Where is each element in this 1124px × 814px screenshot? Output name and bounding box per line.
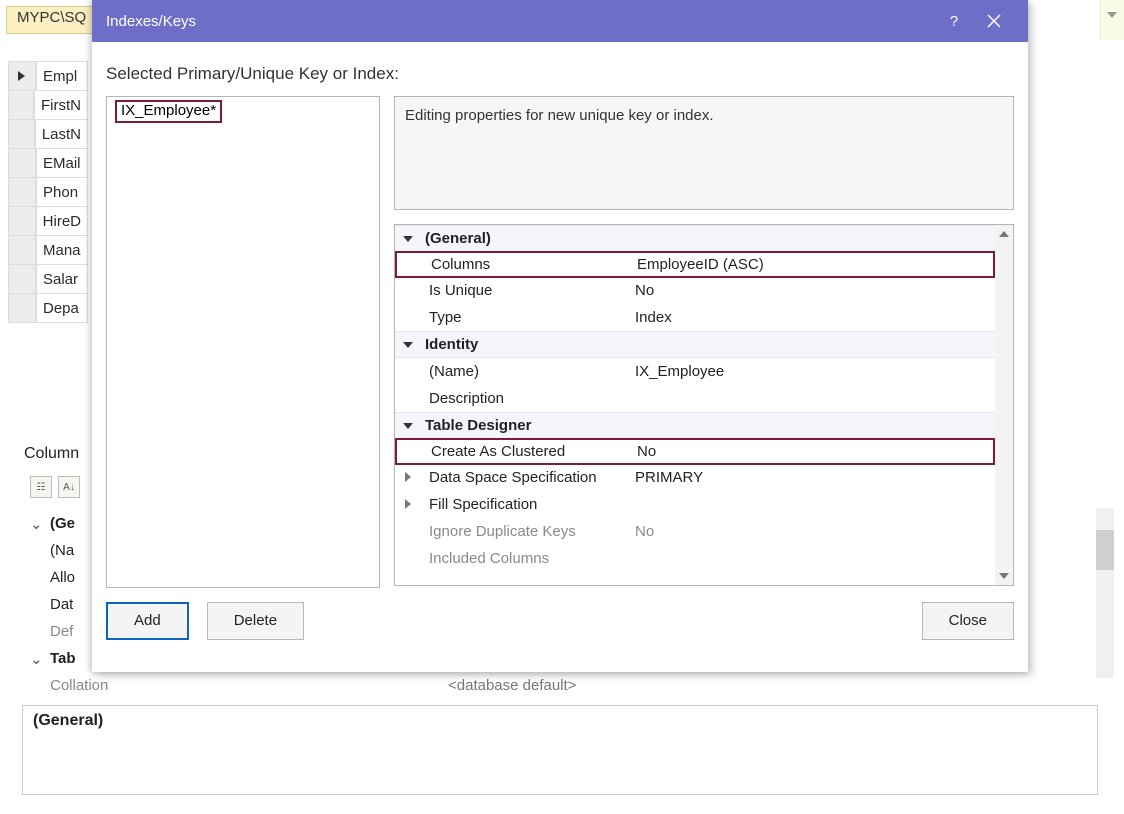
prop-value[interactable]: PRIMARY xyxy=(635,469,995,486)
prop-value[interactable]: No xyxy=(635,282,995,299)
prop-label: Columns xyxy=(423,256,637,273)
description-box: Editing properties for new unique key or… xyxy=(394,96,1014,210)
prop-value[interactable]: EmployeeID (ASC) xyxy=(637,256,993,273)
index-property-grid: (General) ColumnsEmployeeID (ASC) Is Uni… xyxy=(394,224,1014,586)
grid-cell[interactable]: Salar xyxy=(36,264,88,294)
current-row-marker-icon xyxy=(18,71,25,81)
property-help-header: (General) xyxy=(22,705,1098,795)
grid-cell[interactable]: EMail xyxy=(36,148,88,178)
grid-cell[interactable]: Mana xyxy=(36,235,88,265)
prop-row-description[interactable]: Description xyxy=(395,385,995,412)
expand-icon[interactable] xyxy=(395,496,421,513)
prop-row-name[interactable]: (Name)IX_Employee xyxy=(395,358,995,385)
properties-scrollbar[interactable] xyxy=(1096,508,1114,678)
grid-cell[interactable]: Phon xyxy=(36,177,88,207)
prop-value: <database default> xyxy=(448,677,576,694)
prop-label: Data Space Specification xyxy=(421,469,635,486)
prop-row-ignoredup: Ignore Duplicate KeysNo xyxy=(395,518,995,545)
close-icon[interactable] xyxy=(974,14,1014,28)
section-label: Selected Primary/Unique Key or Index: xyxy=(106,64,1014,84)
prop-label: Collation xyxy=(48,677,448,694)
index-listbox[interactable]: IX_Employee* xyxy=(106,96,380,588)
expand-icon[interactable]: ⌄ xyxy=(30,650,48,668)
grid-cell[interactable]: FirstN xyxy=(34,90,88,120)
row-selector[interactable] xyxy=(8,264,36,294)
prop-label: Ignore Duplicate Keys xyxy=(421,523,635,540)
grid-cell[interactable]: HireD xyxy=(36,206,88,236)
row-selector[interactable] xyxy=(8,148,36,178)
expand-icon[interactable]: ⌄ xyxy=(30,515,48,533)
chevron-down-icon xyxy=(999,573,1009,579)
row-selector[interactable] xyxy=(8,206,36,236)
delete-button[interactable]: Delete xyxy=(207,602,304,640)
prop-value[interactable]: Index xyxy=(635,309,995,326)
add-button[interactable]: Add xyxy=(106,602,189,640)
highlight-annotation: IX_Employee* xyxy=(115,100,222,123)
toolbar-overflow[interactable] xyxy=(1100,0,1124,40)
scrollbar-thumb[interactable] xyxy=(1096,530,1114,570)
description-text: Editing properties for new unique key or… xyxy=(405,107,714,124)
prop-row-isunique[interactable]: Is UniqueNo xyxy=(395,277,995,304)
row-selector[interactable] xyxy=(8,235,36,265)
property-view-toolbar: ☷ A↓ xyxy=(30,476,80,498)
collapse-icon[interactable] xyxy=(395,336,421,353)
propgrid-scrollbar[interactable] xyxy=(995,225,1013,585)
prop-row-included: Included Columns xyxy=(395,545,995,572)
chevron-up-icon xyxy=(999,231,1009,237)
list-item-label: IX_Employee* xyxy=(121,102,216,119)
prop-value: No xyxy=(635,523,995,540)
row-selector[interactable] xyxy=(8,177,36,207)
prop-group-identity[interactable]: Identity xyxy=(395,331,995,358)
prop-row-type[interactable]: TypeIndex xyxy=(395,304,995,331)
scroll-up-button[interactable] xyxy=(995,225,1013,243)
dialog-title: Indexes/Keys xyxy=(106,13,196,30)
prop-label: Included Columns xyxy=(421,550,635,567)
row-selector[interactable] xyxy=(8,90,34,120)
document-tab[interactable]: MYPC\SQ xyxy=(6,6,97,34)
row-selector[interactable] xyxy=(8,293,36,323)
close-button[interactable]: Close xyxy=(922,602,1014,640)
prop-row-clustered[interactable]: Create As ClusteredNo xyxy=(395,438,995,465)
grid-cell[interactable]: Depa xyxy=(36,293,88,323)
list-item[interactable]: IX_Employee* xyxy=(107,97,379,126)
prop-row-columns[interactable]: ColumnsEmployeeID (ASC) xyxy=(395,251,995,278)
dialog-titlebar: Indexes/Keys ? xyxy=(92,0,1028,42)
expand-icon[interactable] xyxy=(395,469,421,486)
prop-label: Is Unique xyxy=(421,282,635,299)
prop-label: Fill Specification xyxy=(421,496,635,513)
prop-label: Type xyxy=(421,309,635,326)
prop-row-fillspec[interactable]: Fill Specification xyxy=(395,491,995,518)
properties-panel-label: Column xyxy=(24,445,79,463)
row-selector[interactable] xyxy=(8,61,36,91)
chevron-down-icon xyxy=(1107,12,1117,18)
collapse-icon[interactable] xyxy=(395,417,421,434)
categorized-icon[interactable]: ☷ xyxy=(30,476,52,498)
collapse-icon[interactable] xyxy=(395,230,421,247)
prop-label: Description xyxy=(421,390,635,407)
columns-grid: Empl FirstN LastN EMail Phon HireD Mana … xyxy=(8,62,88,323)
prop-label: Create As Clustered xyxy=(423,443,637,460)
prop-group-tabledesigner[interactable]: Table Designer xyxy=(395,412,995,439)
scroll-down-button[interactable] xyxy=(995,567,1013,585)
grid-cell[interactable]: Empl xyxy=(36,61,88,91)
help-button[interactable]: ? xyxy=(934,13,974,30)
indexes-keys-dialog: Indexes/Keys ? Selected Primary/Unique K… xyxy=(92,0,1028,672)
prop-group-general[interactable]: (General) xyxy=(395,225,995,252)
document-tab-title: MYPC\SQ xyxy=(17,9,86,26)
row-selector[interactable] xyxy=(8,119,35,149)
prop-value[interactable]: IX_Employee xyxy=(635,363,995,380)
prop-row-dataspace[interactable]: Data Space SpecificationPRIMARY xyxy=(395,464,995,491)
alphabetical-icon[interactable]: A↓ xyxy=(58,476,80,498)
prop-value[interactable]: No xyxy=(637,443,993,460)
prop-label: (Name) xyxy=(421,363,635,380)
grid-cell[interactable]: LastN xyxy=(35,119,88,149)
